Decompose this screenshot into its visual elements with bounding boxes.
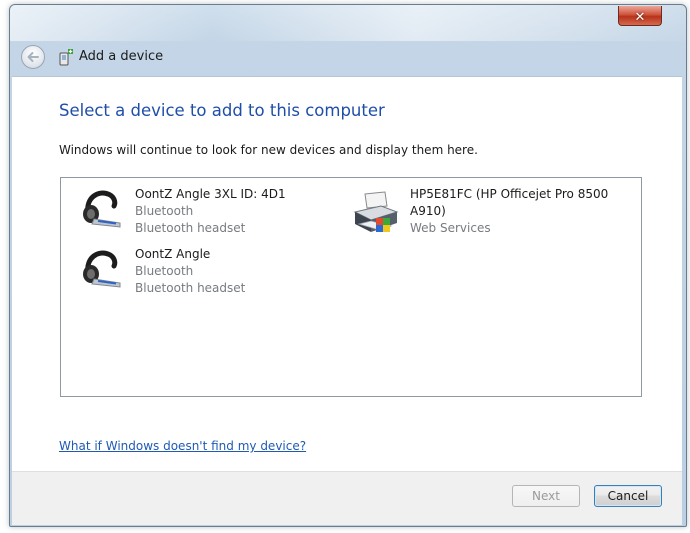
device-type: Web Services [410, 221, 491, 235]
device-item-oontz-angle-3xl[interactable]: OontZ Angle 3XL ID: 4D1 Bluetooth Blueto… [76, 186, 306, 240]
device-item-hp-officejet[interactable]: HP5E81FC (HP Officejet Pro 8500 A910) We… [351, 186, 633, 246]
close-button[interactable]: ✕ [618, 6, 662, 26]
button-bar: Next Cancel [12, 471, 682, 525]
page-heading: Select a device to add to this computer [59, 101, 385, 120]
back-arrow-icon [27, 52, 39, 62]
back-button[interactable] [21, 45, 45, 69]
device-name-line-1: HP5E81FC (HP Officejet Pro 8500 [410, 187, 609, 201]
device-category: Bluetooth headset [135, 281, 246, 295]
device-name: OontZ Angle [135, 247, 211, 261]
bluetooth-headset-icon [83, 250, 121, 288]
add-device-window: ✕ Add a device Select a device to add to… [9, 4, 687, 527]
device-type: Bluetooth [135, 264, 194, 278]
device-name: OontZ Angle 3XL ID: 4D1 [135, 187, 286, 201]
device-category: Bluetooth headset [135, 221, 246, 235]
window-title: Add a device [79, 49, 164, 64]
title-bar [10, 5, 686, 41]
device-list[interactable]: OontZ Angle 3XL ID: 4D1 Bluetooth Blueto… [60, 177, 642, 397]
close-icon: ✕ [634, 10, 646, 25]
device-item-oontz-angle[interactable]: OontZ Angle Bluetooth Bluetooth headset [76, 246, 306, 300]
add-device-icon [59, 49, 73, 66]
printer-icon [353, 191, 399, 232]
next-button[interactable]: Next [512, 485, 580, 507]
instruction-text: Windows will continue to look for new de… [59, 143, 478, 157]
device-name-line-2: A910) [410, 204, 446, 218]
device-type: Bluetooth [135, 204, 194, 218]
help-link[interactable]: What if Windows doesn't find my device? [59, 439, 306, 453]
cancel-button[interactable]: Cancel [594, 485, 662, 507]
bluetooth-headset-icon [83, 190, 121, 228]
content-area: Select a device to add to this computer … [12, 76, 682, 471]
